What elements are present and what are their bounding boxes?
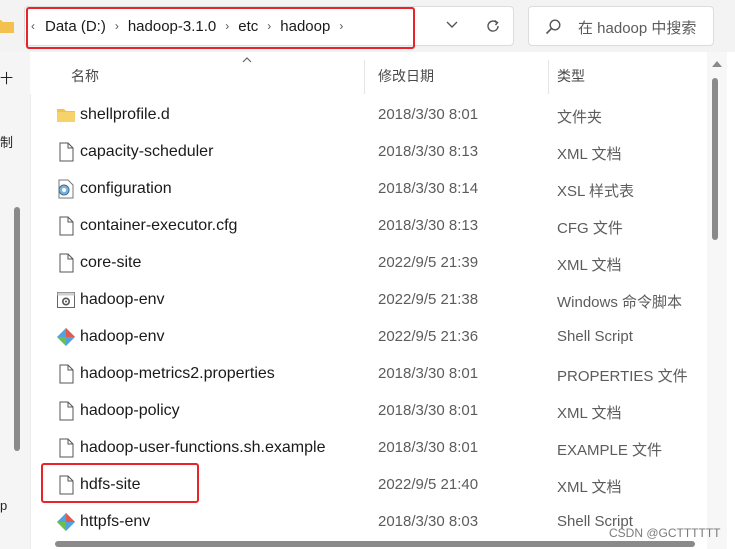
column-type[interactable]: 类型: [557, 66, 585, 86]
file-name: hadoop-user-functions.sh.example: [80, 439, 326, 456]
row-highlight-box: [41, 463, 199, 503]
file-date: 2022/9/5 21:40: [378, 476, 479, 493]
folder-icon: [0, 20, 14, 33]
file-row[interactable]: shellprofile.d 2018/3/30 8:01 文件夹: [30, 96, 705, 133]
watermark: CSDN @GCTTTTTT: [609, 526, 721, 540]
file-name: hadoop-policy: [80, 402, 180, 419]
file-date: 2018/3/30 8:01: [378, 106, 479, 123]
column-date-modified[interactable]: 修改日期: [378, 66, 434, 86]
file-name: hadoop-env: [80, 291, 165, 308]
file-date: 2022/9/5 21:36: [378, 328, 479, 345]
batch-script-icon: [57, 292, 75, 308]
file-type: CFG 文件: [557, 220, 623, 237]
file-type: Shell Script: [557, 328, 633, 345]
nav-item-fragment[interactable]: 十: [0, 68, 13, 87]
file-row[interactable]: hadoop-env 2022/9/5 21:38 Windows 命令脚本: [30, 281, 705, 318]
column-divider[interactable]: [364, 60, 365, 94]
file-date: 2018/3/30 8:01: [378, 402, 479, 419]
document-icon: [59, 401, 74, 421]
search-icon: [545, 19, 561, 35]
file-date: 2018/3/30 8:14: [378, 180, 479, 197]
navigation-pane: 十 制 p: [0, 52, 31, 549]
address-toolbar: ‹ Data (D:) › hadoop-3.1.0 › etc › hadoo…: [0, 0, 735, 52]
file-name: hadoop-metrics2.properties: [80, 365, 275, 382]
search-box[interactable]: 在 hadoop 中搜索: [528, 6, 714, 46]
file-date: 2018/3/30 8:01: [378, 439, 479, 456]
file-type: XML 文档: [557, 257, 622, 274]
document-icon: [59, 438, 74, 458]
file-row[interactable]: hadoop-env 2022/9/5 21:36 Shell Script: [30, 318, 705, 355]
file-name: shellprofile.d: [80, 106, 170, 123]
file-name: container-executor.cfg: [80, 217, 238, 234]
nav-scrollbar-thumb[interactable]: [14, 207, 20, 451]
file-type: XML 文档: [557, 405, 622, 422]
search-input[interactable]: 在 hadoop 中搜索: [578, 17, 696, 38]
sort-ascending-icon: [242, 57, 252, 63]
file-date: 2018/3/30 8:13: [378, 143, 479, 160]
file-type: XML 文档: [557, 479, 622, 496]
file-type: Windows 命令脚本: [557, 294, 683, 311]
file-date: 2018/3/30 8:01: [378, 365, 479, 382]
column-header: 名称 修改日期 类型: [30, 52, 705, 94]
address-highlight-box: [26, 7, 415, 49]
xsl-stylesheet-icon: [58, 179, 74, 199]
file-date: 2018/3/30 8:03: [378, 513, 479, 530]
column-divider[interactable]: [548, 60, 549, 94]
file-type: EXAMPLE 文件: [557, 442, 663, 459]
document-icon: [59, 253, 74, 273]
file-date: 2022/9/5 21:39: [378, 254, 479, 271]
nav-item-fragment[interactable]: p: [0, 498, 7, 513]
chevron-down-icon[interactable]: [446, 19, 458, 29]
vertical-scrollbar-thumb[interactable]: [712, 78, 718, 240]
file-type: 文件夹: [557, 109, 603, 126]
file-name: httpfs-env: [80, 513, 151, 530]
file-row[interactable]: hadoop-metrics2.properties 2018/3/30 8:0…: [30, 355, 705, 392]
nav-item-fragment[interactable]: 制: [0, 132, 13, 151]
file-type: XML 文档: [557, 146, 622, 163]
file-name: capacity-scheduler: [80, 143, 214, 160]
refresh-icon[interactable]: [485, 18, 501, 34]
file-type: XSL 样式表: [557, 183, 634, 200]
horizontal-scrollbar-thumb[interactable]: [55, 541, 695, 547]
document-icon: [59, 142, 74, 162]
file-date: 2018/3/30 8:13: [378, 217, 479, 234]
file-name: hadoop-env: [80, 328, 165, 345]
column-name[interactable]: 名称: [71, 66, 99, 86]
file-row[interactable]: httpfs-env 2018/3/30 8:03 Shell Script: [30, 503, 705, 540]
file-row[interactable]: configuration 2018/3/30 8:14 XSL 样式表: [30, 170, 705, 207]
shell-script-icon: [57, 513, 75, 531]
shell-script-icon: [57, 328, 75, 346]
file-row[interactable]: hadoop-user-functions.sh.example 2018/3/…: [30, 429, 705, 466]
scroll-up-arrow-icon[interactable]: [711, 60, 723, 68]
file-name: configuration: [80, 180, 172, 197]
file-name: core-site: [80, 254, 142, 271]
file-row[interactable]: capacity-scheduler 2018/3/30 8:13 XML 文档: [30, 133, 705, 170]
folder-icon: [57, 109, 75, 122]
document-icon: [59, 216, 74, 236]
file-row[interactable]: container-executor.cfg 2018/3/30 8:13 CF…: [30, 207, 705, 244]
file-type: PROPERTIES 文件: [557, 368, 688, 385]
file-date: 2022/9/5 21:38: [378, 291, 479, 308]
file-row[interactable]: core-site 2022/9/5 21:39 XML 文档: [30, 244, 705, 281]
file-row[interactable]: hadoop-policy 2018/3/30 8:01 XML 文档: [30, 392, 705, 429]
document-icon: [59, 364, 74, 384]
